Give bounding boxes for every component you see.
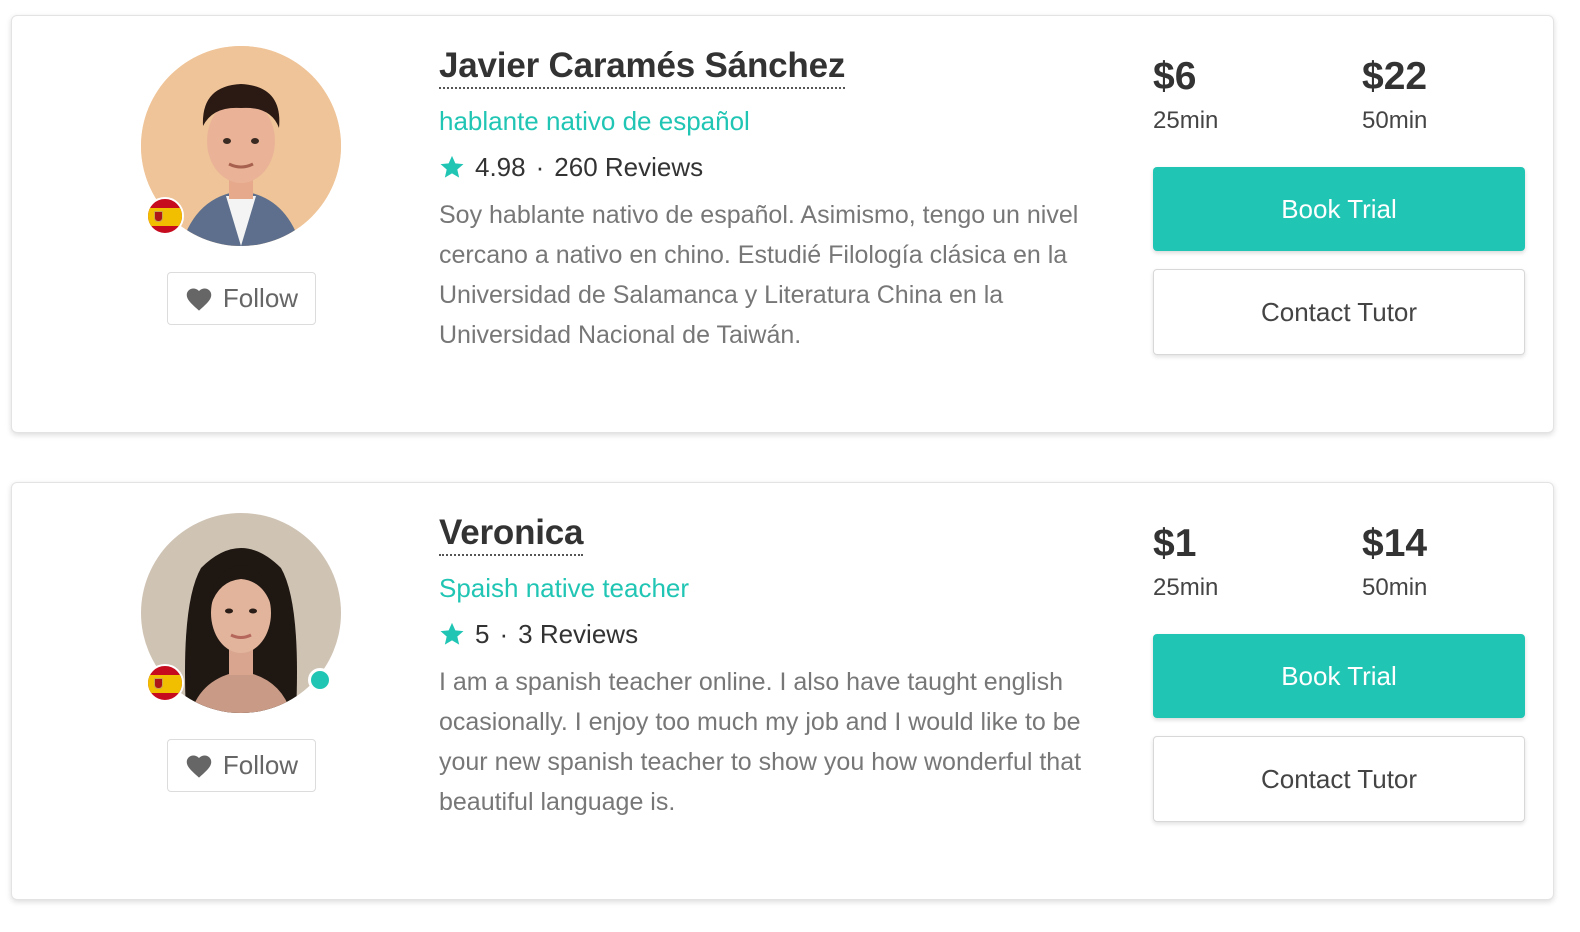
tutor-bio: Soy hablante nativo de español. Asimismo… bbox=[439, 201, 1079, 349]
tutor-name[interactable]: Veronica bbox=[439, 513, 584, 556]
avatar-container bbox=[141, 513, 341, 713]
lesson-duration: 50min bbox=[1362, 574, 1428, 601]
tutor-bio: I am a spanish teacher online. I also ha… bbox=[439, 668, 1082, 816]
tutor-info: Javier Caramés Sánchez hablante nativo d… bbox=[439, 46, 1129, 355]
tutor-name[interactable]: Javier Caramés Sánchez bbox=[439, 46, 845, 89]
lesson-duration: 25min bbox=[1153, 107, 1219, 134]
follow-button[interactable]: Follow bbox=[167, 272, 316, 325]
follow-label: Follow bbox=[222, 283, 299, 313]
review-count[interactable]: 260 Reviews bbox=[554, 151, 703, 183]
price-option: $14 50min bbox=[1362, 523, 1427, 603]
tutor-card: Follow Veronica Spaish native teacher 5 … bbox=[11, 482, 1554, 900]
price-option: $22 50min bbox=[1362, 56, 1427, 136]
spain-flag-icon bbox=[146, 197, 184, 235]
book-trial-button[interactable]: Book Trial bbox=[1153, 167, 1525, 251]
rating-row: 4.98 · 260 Reviews bbox=[439, 151, 1129, 183]
rating-score: 4.98 bbox=[475, 152, 526, 182]
rating-separator: · bbox=[499, 619, 509, 649]
tutor-card: Follow Javier Caramés Sánchez hablante n… bbox=[11, 15, 1554, 433]
tutor-headline: hablante nativo de español bbox=[439, 106, 750, 136]
heart-icon bbox=[185, 286, 213, 312]
rating-score: 5 bbox=[475, 619, 490, 649]
lesson-duration: 50min bbox=[1362, 107, 1428, 134]
heart-icon bbox=[185, 753, 213, 779]
online-status-indicator bbox=[308, 668, 332, 692]
follow-label: Follow bbox=[222, 750, 299, 780]
avatar-container bbox=[141, 46, 341, 246]
book-trial-button[interactable]: Book Trial bbox=[1153, 634, 1525, 718]
price-option: $6 25min bbox=[1153, 56, 1218, 136]
tutor-headline: Spaish native teacher bbox=[439, 573, 690, 603]
price-option: $1 25min bbox=[1153, 523, 1218, 603]
price-value: $22 bbox=[1362, 55, 1428, 98]
lesson-duration: 25min bbox=[1153, 574, 1219, 601]
price-value: $14 bbox=[1362, 522, 1428, 565]
contact-tutor-button[interactable]: Contact Tutor bbox=[1153, 736, 1525, 822]
tutor-info: Veronica Spaish native teacher 5 · 3 Rev… bbox=[439, 513, 1129, 822]
star-icon bbox=[439, 155, 465, 180]
price-value: $6 bbox=[1153, 55, 1197, 98]
review-count[interactable]: 3 Reviews bbox=[518, 618, 638, 650]
rating-separator: · bbox=[535, 152, 545, 182]
star-icon bbox=[439, 622, 465, 647]
price-value: $1 bbox=[1153, 522, 1197, 565]
spain-flag-icon bbox=[146, 664, 184, 702]
rating-row: 5 · 3 Reviews bbox=[439, 618, 1129, 650]
follow-button[interactable]: Follow bbox=[167, 739, 316, 792]
contact-tutor-button[interactable]: Contact Tutor bbox=[1153, 269, 1525, 355]
